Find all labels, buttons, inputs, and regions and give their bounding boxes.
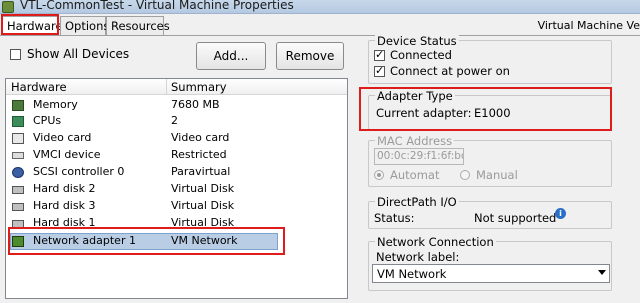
hardware-name: Memory xyxy=(33,98,78,111)
remove-device-button[interactable]: Remove xyxy=(276,42,344,70)
tab-resources[interactable]: Resources xyxy=(106,16,170,35)
show-all-devices-checkbox[interactable]: Show All Devices xyxy=(10,47,129,61)
hardware-summary: Restricted xyxy=(171,148,227,161)
checkbox-box[interactable] xyxy=(374,48,385,61)
manual-label: Manual xyxy=(476,168,518,182)
hard-disk-icon xyxy=(12,186,24,194)
table-row[interactable]: Hard disk 3 Virtual Disk xyxy=(6,199,347,215)
radio-button[interactable] xyxy=(460,170,470,180)
info-icon[interactable]: i xyxy=(555,208,566,219)
hardware-list-header: Hardware Summary xyxy=(6,79,347,95)
hard-disk-icon xyxy=(12,203,24,211)
hardware-name: Hard disk 3 xyxy=(33,199,96,212)
hardware-summary: Video card xyxy=(171,131,230,144)
add-device-button[interactable]: Add... xyxy=(196,42,266,70)
connect-at-power-on-label: Connect at power on xyxy=(390,64,510,78)
mac-address-field[interactable]: 00:0c:29:f1:6f:bc xyxy=(374,148,464,165)
connect-at-power-on-checkbox[interactable]: Connect at power on xyxy=(374,64,510,78)
directpath-status-label: Status: xyxy=(374,211,415,225)
vm-version-label: Virtual Machine Ve xyxy=(537,19,640,32)
connected-label: Connected xyxy=(390,48,452,62)
vmci-device-icon xyxy=(12,152,24,159)
title-bar: VTL-CommonTest - Virtual Machine Propert… xyxy=(0,0,640,14)
table-row[interactable]: Memory 7680 MB xyxy=(6,98,347,114)
automatic-radio[interactable]: Automat xyxy=(374,168,439,182)
network-connection-title: Network Connection xyxy=(375,235,496,249)
connected-checkbox[interactable]: Connected xyxy=(374,48,452,62)
memory-icon xyxy=(12,100,24,111)
manual-radio[interactable]: Manual xyxy=(460,168,518,182)
table-row[interactable]: Hard disk 2 Virtual Disk xyxy=(6,182,347,198)
directpath-title: DirectPath I/O xyxy=(375,195,459,209)
radio-button[interactable] xyxy=(374,170,384,180)
video-card-icon xyxy=(12,133,24,144)
hardware-name: Video card xyxy=(33,131,92,144)
show-all-devices-label: Show All Devices xyxy=(27,47,130,61)
tab-divider xyxy=(0,35,640,36)
network-label-select[interactable]: VM Network xyxy=(372,264,610,283)
vm-app-icon xyxy=(2,1,14,13)
column-header-hardware[interactable]: Hardware xyxy=(11,80,67,94)
table-row[interactable]: Video card Video card xyxy=(6,131,347,147)
selected-network: VM Network xyxy=(377,267,447,281)
adapter-type-highlight xyxy=(359,87,612,131)
scsi-controller-icon xyxy=(12,167,24,178)
hardware-summary: 2 xyxy=(171,114,178,127)
hardware-summary: 7680 MB xyxy=(171,98,220,111)
chevron-down-icon[interactable] xyxy=(598,270,606,275)
hardware-summary: Virtual Disk xyxy=(171,182,235,195)
hardware-summary: Paravirtual xyxy=(171,165,231,178)
device-status-title: Device Status xyxy=(375,34,459,48)
hardware-name: Hard disk 2 xyxy=(33,182,96,195)
mac-address-title: MAC Address xyxy=(375,134,455,148)
network-label-caption: Network label: xyxy=(376,250,460,264)
directpath-status-value: Not supported xyxy=(474,211,557,225)
network-adapter-highlight xyxy=(8,227,285,255)
hardware-tab-highlight xyxy=(1,14,59,35)
hardware-name: SCSI controller 0 xyxy=(33,165,125,178)
checkbox-box[interactable] xyxy=(374,64,385,77)
hardware-summary: Virtual Disk xyxy=(171,199,235,212)
automatic-label: Automat xyxy=(390,168,440,182)
checkbox-box[interactable] xyxy=(10,48,21,60)
hardware-name: VMCI device xyxy=(33,148,101,161)
tab-options[interactable]: Options xyxy=(60,16,109,35)
column-divider xyxy=(166,79,167,95)
window-title: VTL-CommonTest - Virtual Machine Propert… xyxy=(20,0,294,12)
cpu-icon xyxy=(12,116,24,127)
hardware-name: CPUs xyxy=(33,114,62,127)
column-header-summary[interactable]: Summary xyxy=(171,80,227,94)
table-row[interactable]: SCSI controller 0 Paravirtual xyxy=(6,165,347,181)
table-row[interactable]: CPUs 2 xyxy=(6,114,347,130)
hardware-list[interactable]: Hardware Summary Memory 7680 MB CPUs 2 V… xyxy=(5,78,348,299)
table-row[interactable]: VMCI device Restricted xyxy=(6,148,347,164)
